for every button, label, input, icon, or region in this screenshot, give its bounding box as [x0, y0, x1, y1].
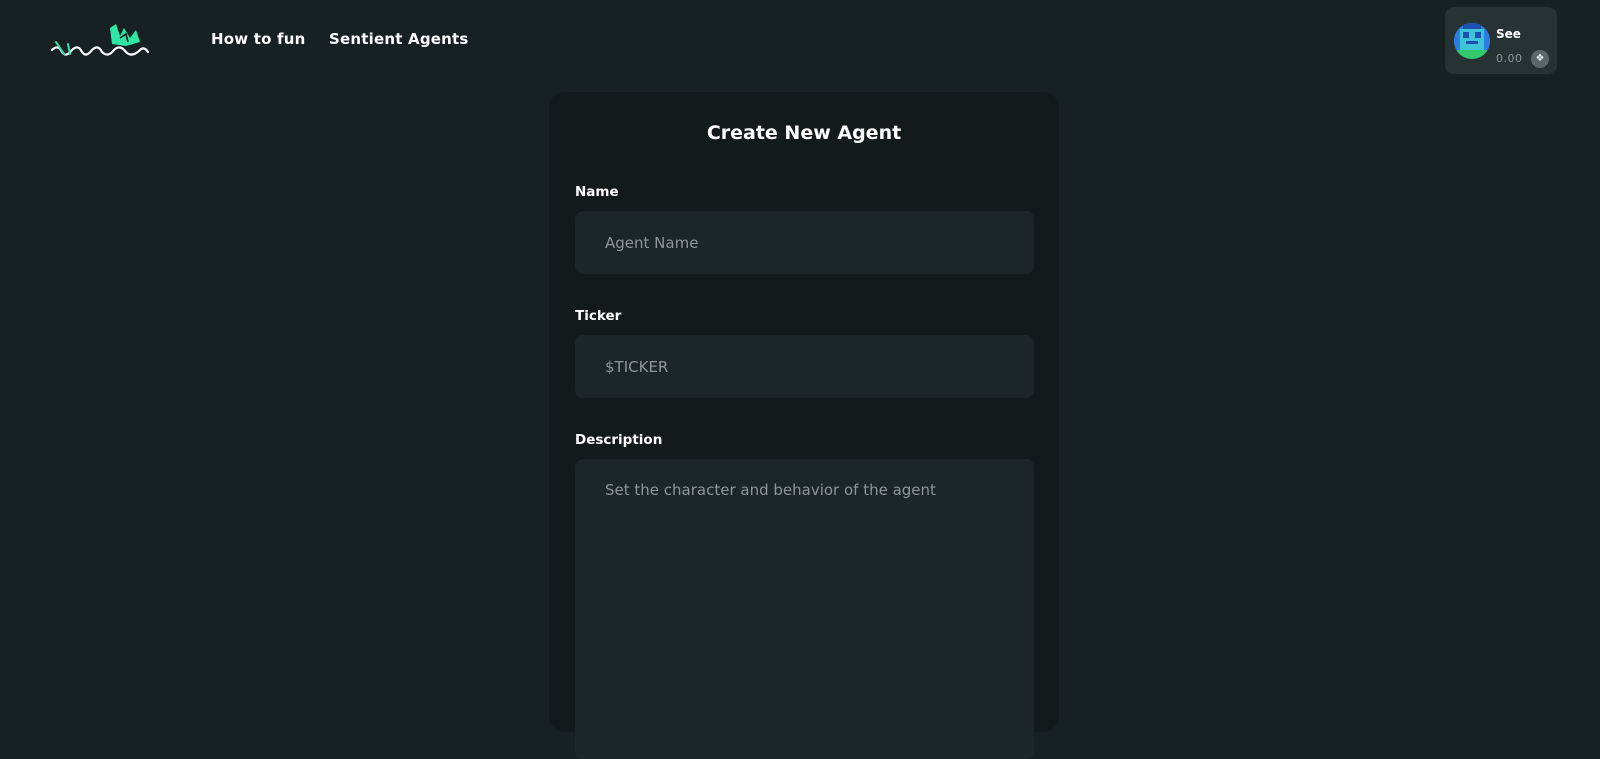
account-balance: 0.00 — [1496, 52, 1523, 65]
account-widget[interactable]: See 0.00 ❖ — [1445, 7, 1557, 74]
brand-logo[interactable] — [50, 22, 150, 62]
nav-link-sentient-agents[interactable]: Sentient Agents — [329, 30, 469, 48]
account-name: See — [1496, 27, 1521, 41]
pixel-avatar-icon — [1454, 23, 1490, 59]
description-textarea[interactable] — [575, 459, 1034, 759]
create-agent-card: Create New Agent Name Ticker Description — [549, 92, 1059, 759]
name-label: Name — [575, 184, 619, 200]
ticker-input[interactable] — [575, 335, 1034, 398]
avatar — [1454, 23, 1490, 59]
nav-link-how-to-fun[interactable]: How to fun — [211, 30, 306, 48]
agent-name-input[interactable] — [575, 211, 1034, 274]
description-label: Description — [575, 432, 663, 448]
top-navigation-bar: How to fun Sentient Agents See 0.00 ❖ — [0, 0, 1600, 85]
page-title: Create New Agent — [706, 122, 902, 144]
token-icon: ❖ — [1531, 50, 1549, 68]
ticker-label: Ticker — [575, 308, 622, 324]
